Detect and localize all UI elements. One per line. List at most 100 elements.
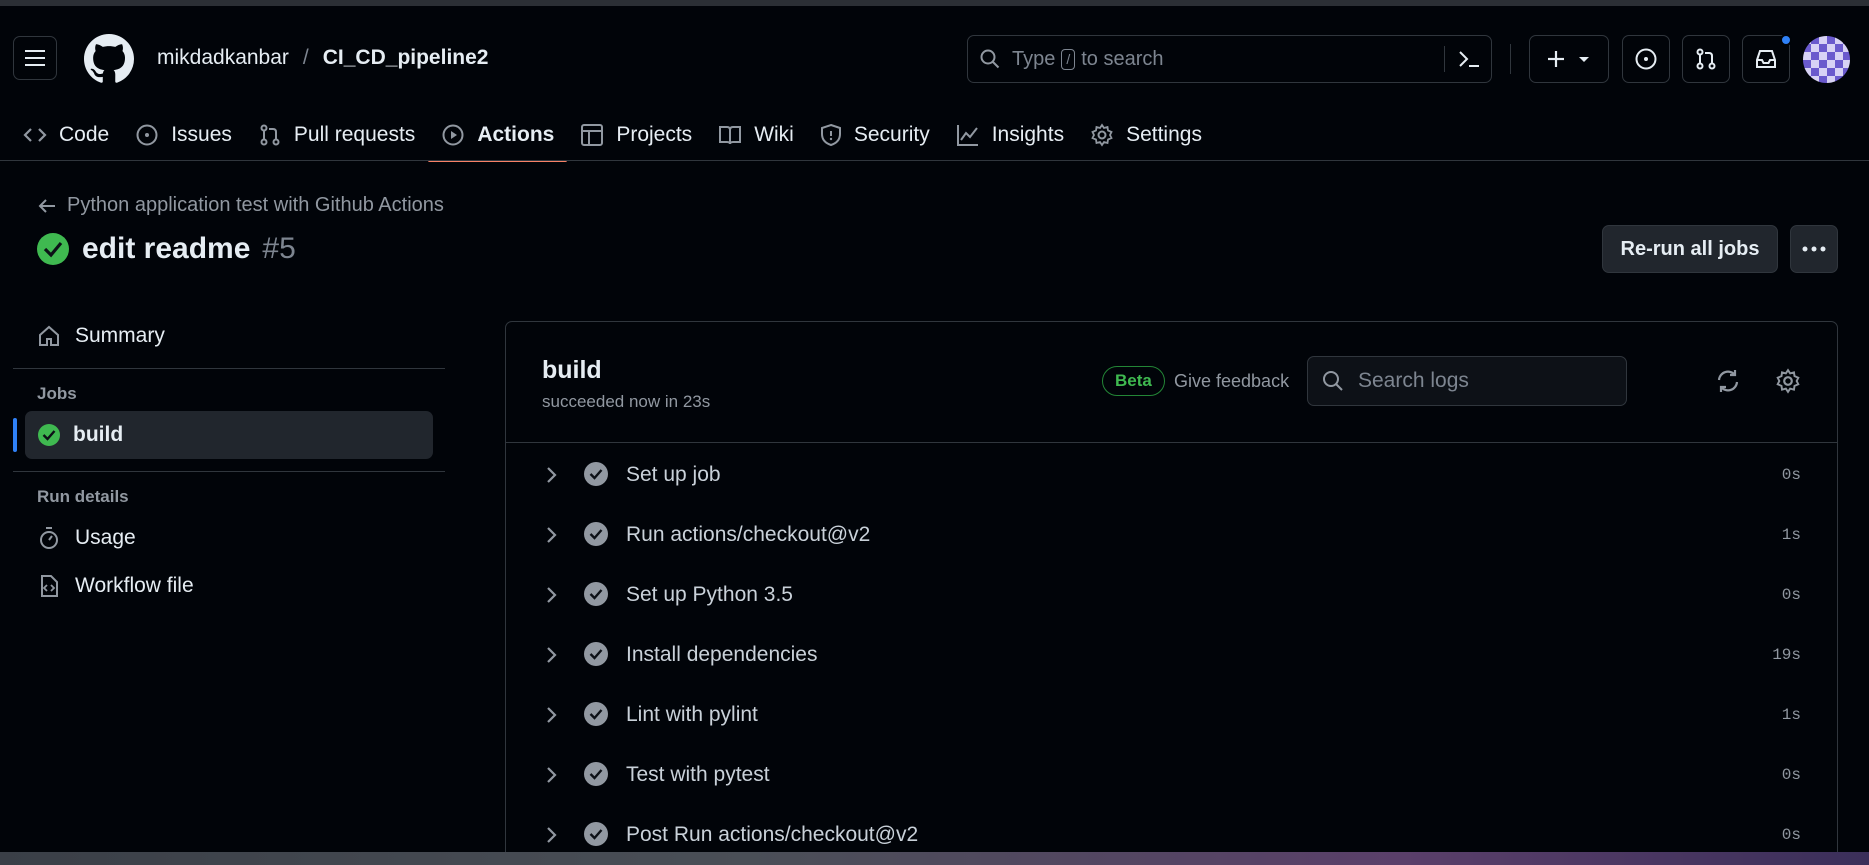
home-icon (39, 325, 59, 346)
step-row[interactable]: Set up job 0s (506, 444, 1837, 504)
git-pull-request-icon (260, 124, 280, 146)
step-duration: 0s (1781, 766, 1801, 784)
github-logo-icon[interactable] (84, 34, 134, 84)
tab-label: Pull requests (293, 123, 416, 146)
sidebar-item-build[interactable]: build (13, 411, 433, 459)
step-label: Install dependencies (626, 643, 818, 666)
step-duration: 19s (1772, 646, 1801, 664)
breadcrumb-separator: / (302, 46, 309, 69)
sidebar-item-usage[interactable]: Usage (13, 514, 445, 562)
tab-code[interactable]: Code (10, 111, 122, 159)
main-content: Python application test with Github Acti… (0, 162, 1869, 865)
pull-requests-button[interactable] (1682, 35, 1730, 83)
step-label: Set up job (626, 463, 721, 486)
step-label: Run actions/checkout@v2 (626, 523, 871, 546)
tab-insights[interactable]: Insights (943, 111, 1077, 159)
tab-issues[interactable]: Issues (122, 111, 245, 159)
check-circle-fill-icon (584, 582, 608, 606)
step-duration: 0s (1781, 586, 1801, 604)
step-row[interactable]: Set up Python 3.5 0s (506, 564, 1837, 624)
more-options-button[interactable] (1790, 225, 1838, 273)
search-icon (980, 49, 1000, 69)
command-palette-icon[interactable] (1457, 48, 1481, 70)
step-duration: 1s (1781, 526, 1801, 544)
global-search-input[interactable]: Type / to search (967, 35, 1492, 83)
job-steps: Set up job 0s Run actions/checkout@v2 1s… (506, 444, 1837, 864)
sidebar-item-label: Workflow file (75, 574, 194, 597)
kebab-horizontal-icon (1802, 246, 1826, 252)
menu-button[interactable] (13, 36, 57, 80)
tab-settings[interactable]: Settings (1077, 111, 1215, 159)
issue-opened-icon (1635, 48, 1657, 70)
graph-icon (956, 125, 978, 146)
search-divider (1444, 46, 1445, 72)
search-placeholder-suffix: to search (1081, 47, 1164, 70)
plus-icon (1548, 51, 1564, 67)
search-icon (1323, 371, 1343, 391)
step-label: Test with pytest (626, 763, 770, 786)
chevron-right-icon (547, 467, 557, 483)
tab-security[interactable]: Security (807, 111, 943, 159)
sidebar-item-label: Usage (75, 526, 136, 549)
taskbar-edge (0, 852, 1869, 865)
tab-label: Security (853, 123, 930, 146)
repo-nav: Code Issues Pull requests Actions Projec… (0, 111, 1215, 164)
tab-wiki[interactable]: Wiki (705, 111, 807, 159)
sidebar-item-summary[interactable]: Summary (13, 312, 445, 360)
step-duration: 0s (1781, 826, 1801, 844)
sidebar-item-label: build (73, 423, 124, 446)
workflow-back-link[interactable]: Python application test with Github Acti… (37, 194, 444, 217)
sync-icon[interactable] (1715, 368, 1741, 394)
check-circle-fill-icon (584, 702, 608, 726)
chevron-right-icon (547, 767, 557, 783)
avatar[interactable] (1803, 36, 1850, 83)
sidebar-item-workflow-file[interactable]: Workflow file (13, 562, 445, 610)
tab-label: Projects (616, 123, 693, 146)
run-number: #5 (262, 232, 296, 265)
check-circle-fill-icon (584, 642, 608, 666)
book-icon (719, 126, 742, 145)
tab-projects[interactable]: Projects (567, 111, 705, 159)
job-header: build succeeded now in 23s Beta Give fee… (506, 322, 1837, 443)
step-label: Post Run actions/checkout@v2 (626, 823, 919, 846)
step-row[interactable]: Test with pytest 0s (506, 744, 1837, 804)
tab-pull-requests[interactable]: Pull requests (245, 111, 428, 159)
create-new-button[interactable] (1529, 35, 1609, 83)
step-label: Lint with pylint (626, 703, 758, 726)
step-row[interactable]: Run actions/checkout@v2 1s (506, 504, 1837, 564)
search-logs-input[interactable]: Search logs (1307, 356, 1627, 406)
chevron-right-icon (547, 827, 557, 843)
tab-label: Insights (991, 123, 1065, 146)
file-code-icon (41, 575, 58, 597)
step-row[interactable]: Lint with pylint 1s (506, 684, 1837, 744)
tab-actions[interactable]: Actions (428, 111, 568, 164)
search-logs-placeholder: Search logs (1358, 369, 1469, 392)
step-row[interactable]: Install dependencies 19s (506, 624, 1837, 684)
run-title: edit readme (82, 232, 251, 265)
issue-opened-icon (136, 124, 158, 146)
give-feedback-link[interactable]: Give feedback (1174, 371, 1289, 392)
check-circle-fill-icon (38, 424, 60, 446)
search-shortcut-key: / (1061, 48, 1076, 70)
job-status: succeeded now in 23s (542, 392, 711, 411)
stopwatch-icon (40, 527, 58, 549)
check-circle-fill-icon (584, 822, 608, 846)
search-placeholder: Type / to search (1012, 48, 1164, 71)
rerun-all-jobs-button[interactable]: Re-run all jobs (1602, 225, 1778, 273)
chevron-right-icon (547, 707, 557, 723)
run-sidebar: Summary Jobs build Run details Usage Wor… (13, 312, 445, 610)
repo-name-link[interactable]: CI_CD_pipeline2 (323, 46, 489, 70)
triangle-down-icon (1579, 57, 1589, 62)
chevron-right-icon (547, 527, 557, 543)
repo-owner-link[interactable]: mikdadkanbar (157, 46, 289, 70)
gear-icon[interactable] (1775, 368, 1801, 394)
git-pull-request-icon (1696, 48, 1716, 70)
table-icon (581, 124, 604, 146)
play-icon (442, 124, 464, 146)
issues-button[interactable] (1622, 35, 1670, 83)
tab-label: Wiki (754, 123, 794, 146)
job-title: build (542, 356, 602, 384)
page-title: edit readme #5 (36, 232, 296, 266)
app-header: mikdadkanbar / CI_CD_pipeline2 Type / to… (0, 6, 1869, 164)
inbox-icon (1756, 50, 1776, 68)
